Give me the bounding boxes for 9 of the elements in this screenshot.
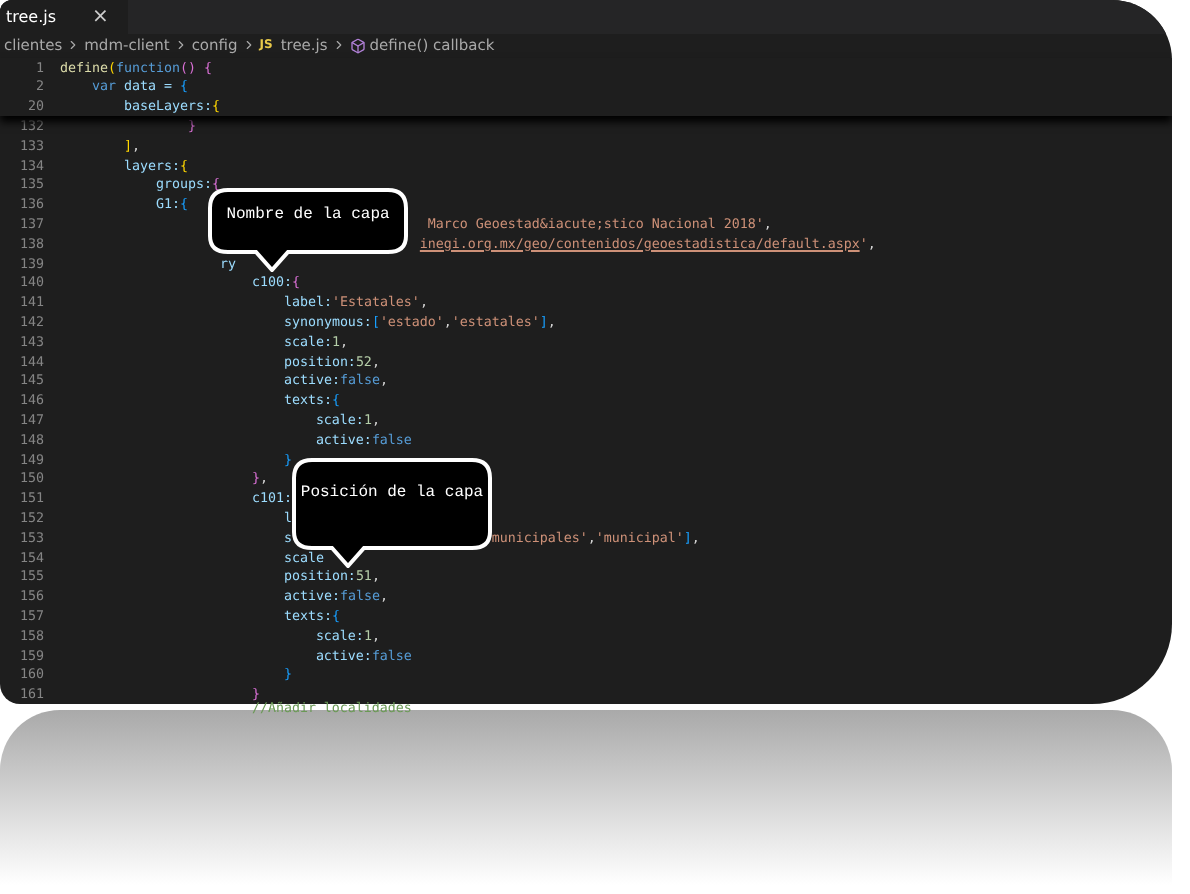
chevron-icon bbox=[66, 38, 81, 53]
chevron-icon bbox=[331, 38, 346, 53]
chevron-icon bbox=[173, 38, 188, 53]
callout-text: Posición de la capa bbox=[298, 484, 486, 502]
callout-text: Nombre de la capa bbox=[224, 206, 392, 224]
close-icon[interactable]: × bbox=[92, 5, 109, 28]
file-tab[interactable]: tree.js × bbox=[0, 0, 129, 34]
chevron-icon bbox=[241, 38, 256, 53]
cube-icon bbox=[349, 37, 366, 54]
